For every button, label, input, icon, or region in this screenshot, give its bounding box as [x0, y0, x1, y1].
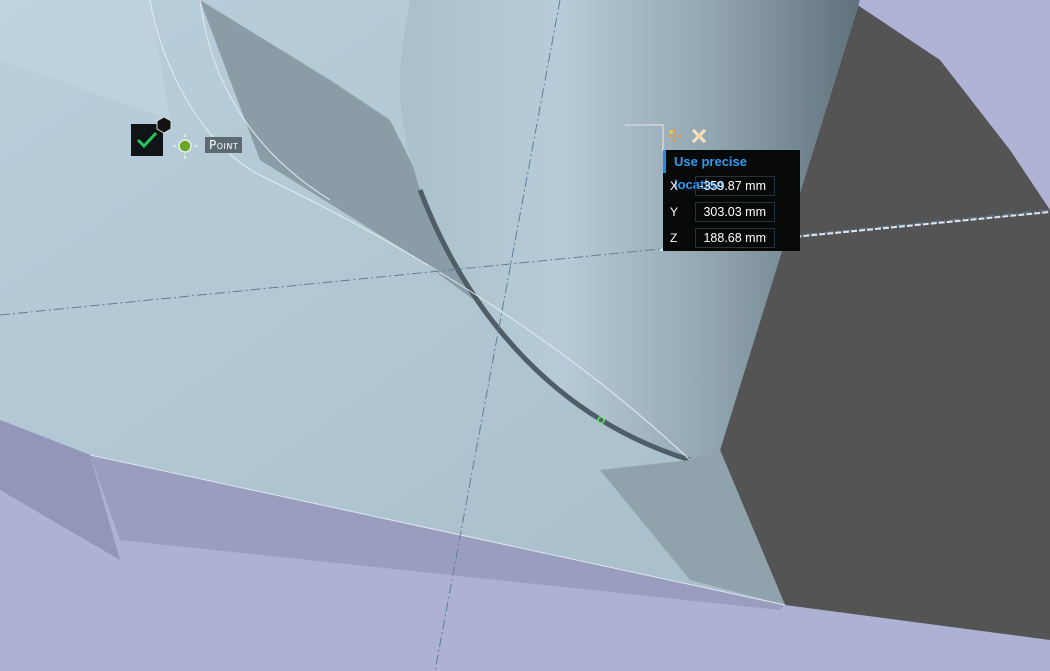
z-input[interactable]: 188.68 mm — [695, 228, 775, 248]
axis-label: X — [670, 179, 679, 193]
precise-location-panel: Use precise location X -359.87 mm Y 303.… — [663, 150, 800, 251]
leader-line — [625, 124, 664, 152]
snap-type-label: Point — [205, 137, 243, 153]
3d-viewport[interactable] — [0, 0, 1050, 671]
coord-row-z: Z 188.68 mm — [663, 225, 800, 251]
move-handle-icon[interactable] — [667, 128, 683, 144]
y-input[interactable]: 303.03 mm — [695, 202, 775, 222]
coord-row-y: Y 303.03 mm — [663, 199, 800, 225]
axis-label: Z — [670, 231, 678, 245]
model-geometry — [0, 0, 1050, 671]
use-precise-location-toggle[interactable]: Use precise location — [663, 150, 800, 192]
close-icon[interactable] — [691, 128, 707, 144]
point-cursor-icon — [173, 134, 197, 159]
x-input[interactable]: -359.87 mm — [695, 176, 775, 196]
hexagon-handle-icon[interactable] — [155, 116, 173, 134]
axis-label: Y — [670, 205, 679, 219]
